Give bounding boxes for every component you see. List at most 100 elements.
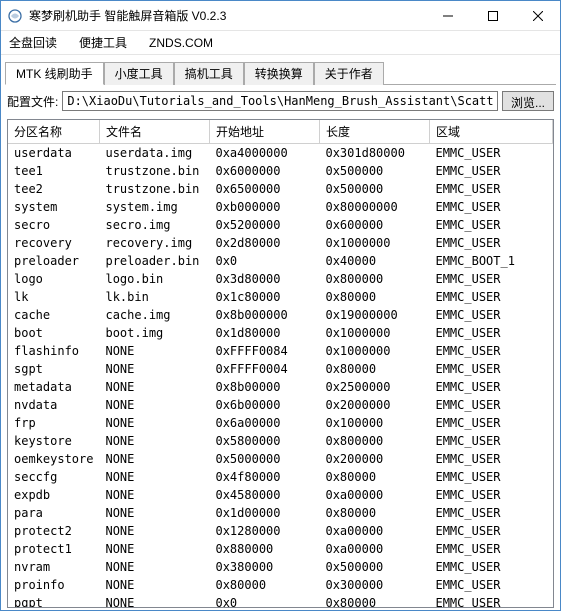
- close-icon: [533, 11, 543, 21]
- cell: tee2: [8, 180, 99, 198]
- cell: 0x2d80000: [209, 234, 319, 252]
- cell: 0x2000000: [319, 396, 429, 414]
- table-row[interactable]: recoveryrecovery.img0x2d800000x1000000EM…: [8, 234, 553, 252]
- table-row[interactable]: bootboot.img0x1d800000x1000000EMMC_USER: [8, 324, 553, 342]
- tab-gaoji[interactable]: 搞机工具: [174, 62, 244, 85]
- cell: 0x6b00000: [209, 396, 319, 414]
- table-row[interactable]: systemsystem.img0xb0000000x80000000EMMC_…: [8, 198, 553, 216]
- table-row[interactable]: sgptNONE0xFFFF00040x80000EMMC_USER: [8, 360, 553, 378]
- app-window: 寒梦刷机助手 智能触屏音箱版 V0.2.3 全盘回读 便捷工具 ZNDS.COM…: [0, 0, 561, 611]
- table-row[interactable]: nvramNONE0x3800000x500000EMMC_USER: [8, 558, 553, 576]
- cell: 0x19000000: [319, 306, 429, 324]
- table-row[interactable]: cachecache.img0x8b0000000x19000000EMMC_U…: [8, 306, 553, 324]
- cell: NONE: [99, 594, 209, 608]
- tab-xiaodu[interactable]: 小度工具: [104, 62, 174, 85]
- table-row[interactable]: paraNONE0x1d000000x80000EMMC_USER: [8, 504, 553, 522]
- window-title: 寒梦刷机助手 智能触屏音箱版 V0.2.3: [29, 7, 425, 24]
- tab-convert[interactable]: 转换换算: [244, 62, 314, 85]
- cell: keystore: [8, 432, 99, 450]
- titlebar: 寒梦刷机助手 智能触屏音箱版 V0.2.3: [1, 1, 560, 31]
- minimize-button[interactable]: [425, 1, 470, 30]
- table-row[interactable]: tee2trustzone.bin0x65000000x500000EMMC_U…: [8, 180, 553, 198]
- menu-full-read[interactable]: 全盘回读: [5, 32, 61, 53]
- table-row[interactable]: nvdataNONE0x6b000000x2000000EMMC_USER: [8, 396, 553, 414]
- cell: proinfo: [8, 576, 99, 594]
- cell: 0x80000000: [319, 198, 429, 216]
- config-path-input[interactable]: [62, 91, 498, 111]
- cell: NONE: [99, 360, 209, 378]
- table-row[interactable]: oemkeystoreNONE0x50000000x200000EMMC_USE…: [8, 450, 553, 468]
- cell: 0x380000: [209, 558, 319, 576]
- cell: NONE: [99, 522, 209, 540]
- cell: EMMC_USER: [429, 432, 552, 450]
- cell: EMMC_USER: [429, 162, 552, 180]
- table-body: userdatauserdata.img0xa40000000x301d8000…: [8, 144, 553, 609]
- cell: 0x80000: [319, 504, 429, 522]
- col-start-addr[interactable]: 开始地址: [209, 120, 319, 144]
- maximize-button[interactable]: [470, 1, 515, 30]
- cell: EMMC_USER: [429, 378, 552, 396]
- table-row[interactable]: lklk.bin0x1c800000x80000EMMC_USER: [8, 288, 553, 306]
- cell: 0x301d80000: [319, 144, 429, 163]
- cell: EMMC_USER: [429, 576, 552, 594]
- cell: NONE: [99, 414, 209, 432]
- browse-button[interactable]: 浏览...: [502, 91, 554, 111]
- cell: NONE: [99, 504, 209, 522]
- table-row[interactable]: expdbNONE0x45800000xa00000EMMC_USER: [8, 486, 553, 504]
- cell: NONE: [99, 558, 209, 576]
- cell: 0xa00000: [319, 486, 429, 504]
- table-row[interactable]: protect1NONE0x8800000xa00000EMMC_USER: [8, 540, 553, 558]
- col-partition-name[interactable]: 分区名称: [8, 120, 99, 144]
- cell: 0x1280000: [209, 522, 319, 540]
- table-row[interactable]: tee1trustzone.bin0x60000000x500000EMMC_U…: [8, 162, 553, 180]
- cell: NONE: [99, 342, 209, 360]
- cell: 0x100000: [319, 414, 429, 432]
- cell: 0x6500000: [209, 180, 319, 198]
- cell: boot.img: [99, 324, 209, 342]
- table-row[interactable]: proinfoNONE0x800000x300000EMMC_USER: [8, 576, 553, 594]
- table-row[interactable]: preloaderpreloader.bin0x00x40000EMMC_BOO…: [8, 252, 553, 270]
- cell: preloader: [8, 252, 99, 270]
- cell: NONE: [99, 576, 209, 594]
- cell: secro: [8, 216, 99, 234]
- cell: secro.img: [99, 216, 209, 234]
- col-region[interactable]: 区域: [429, 120, 552, 144]
- cell: 0x8b00000: [209, 378, 319, 396]
- table-row[interactable]: secrosecro.img0x52000000x600000EMMC_USER: [8, 216, 553, 234]
- table-row[interactable]: pgptNONE0x00x80000EMMC_USER: [8, 594, 553, 608]
- cell: nvram: [8, 558, 99, 576]
- minimize-icon: [443, 11, 453, 21]
- config-label: 配置文件:: [7, 93, 58, 110]
- table-row[interactable]: flashinfoNONE0xFFFF00840x1000000EMMC_USE…: [8, 342, 553, 360]
- table-row[interactable]: userdatauserdata.img0xa40000000x301d8000…: [8, 144, 553, 163]
- tab-about[interactable]: 关于作者: [314, 62, 384, 85]
- cell: trustzone.bin: [99, 180, 209, 198]
- cell: 0x2500000: [319, 378, 429, 396]
- cell: NONE: [99, 450, 209, 468]
- table-row[interactable]: seccfgNONE0x4f800000x80000EMMC_USER: [8, 468, 553, 486]
- cell: EMMC_USER: [429, 234, 552, 252]
- cell: EMMC_USER: [429, 270, 552, 288]
- cell: metadata: [8, 378, 99, 396]
- cell: EMMC_USER: [429, 180, 552, 198]
- cell: 0x6000000: [209, 162, 319, 180]
- cell: 0xFFFF0084: [209, 342, 319, 360]
- col-length[interactable]: 长度: [319, 120, 429, 144]
- table-row[interactable]: metadataNONE0x8b000000x2500000EMMC_USER: [8, 378, 553, 396]
- menu-znds[interactable]: ZNDS.COM: [145, 34, 217, 52]
- menu-tools[interactable]: 便捷工具: [75, 32, 131, 53]
- table-row[interactable]: keystoreNONE0x58000000x800000EMMC_USER: [8, 432, 553, 450]
- tabs: MTK 线刷助手 小度工具 搞机工具 转换换算 关于作者: [5, 61, 556, 85]
- table-row[interactable]: protect2NONE0x12800000xa00000EMMC_USER: [8, 522, 553, 540]
- cell: frp: [8, 414, 99, 432]
- close-button[interactable]: [515, 1, 560, 30]
- cell: 0x1000000: [319, 324, 429, 342]
- table-row[interactable]: logologo.bin0x3d800000x800000EMMC_USER: [8, 270, 553, 288]
- cell: 0x5800000: [209, 432, 319, 450]
- table-row[interactable]: frpNONE0x6a000000x100000EMMC_USER: [8, 414, 553, 432]
- cell: logo: [8, 270, 99, 288]
- col-file-name[interactable]: 文件名: [99, 120, 209, 144]
- cell: EMMC_BOOT_1: [429, 252, 552, 270]
- cell: NONE: [99, 540, 209, 558]
- tab-mtk[interactable]: MTK 线刷助手: [5, 62, 104, 85]
